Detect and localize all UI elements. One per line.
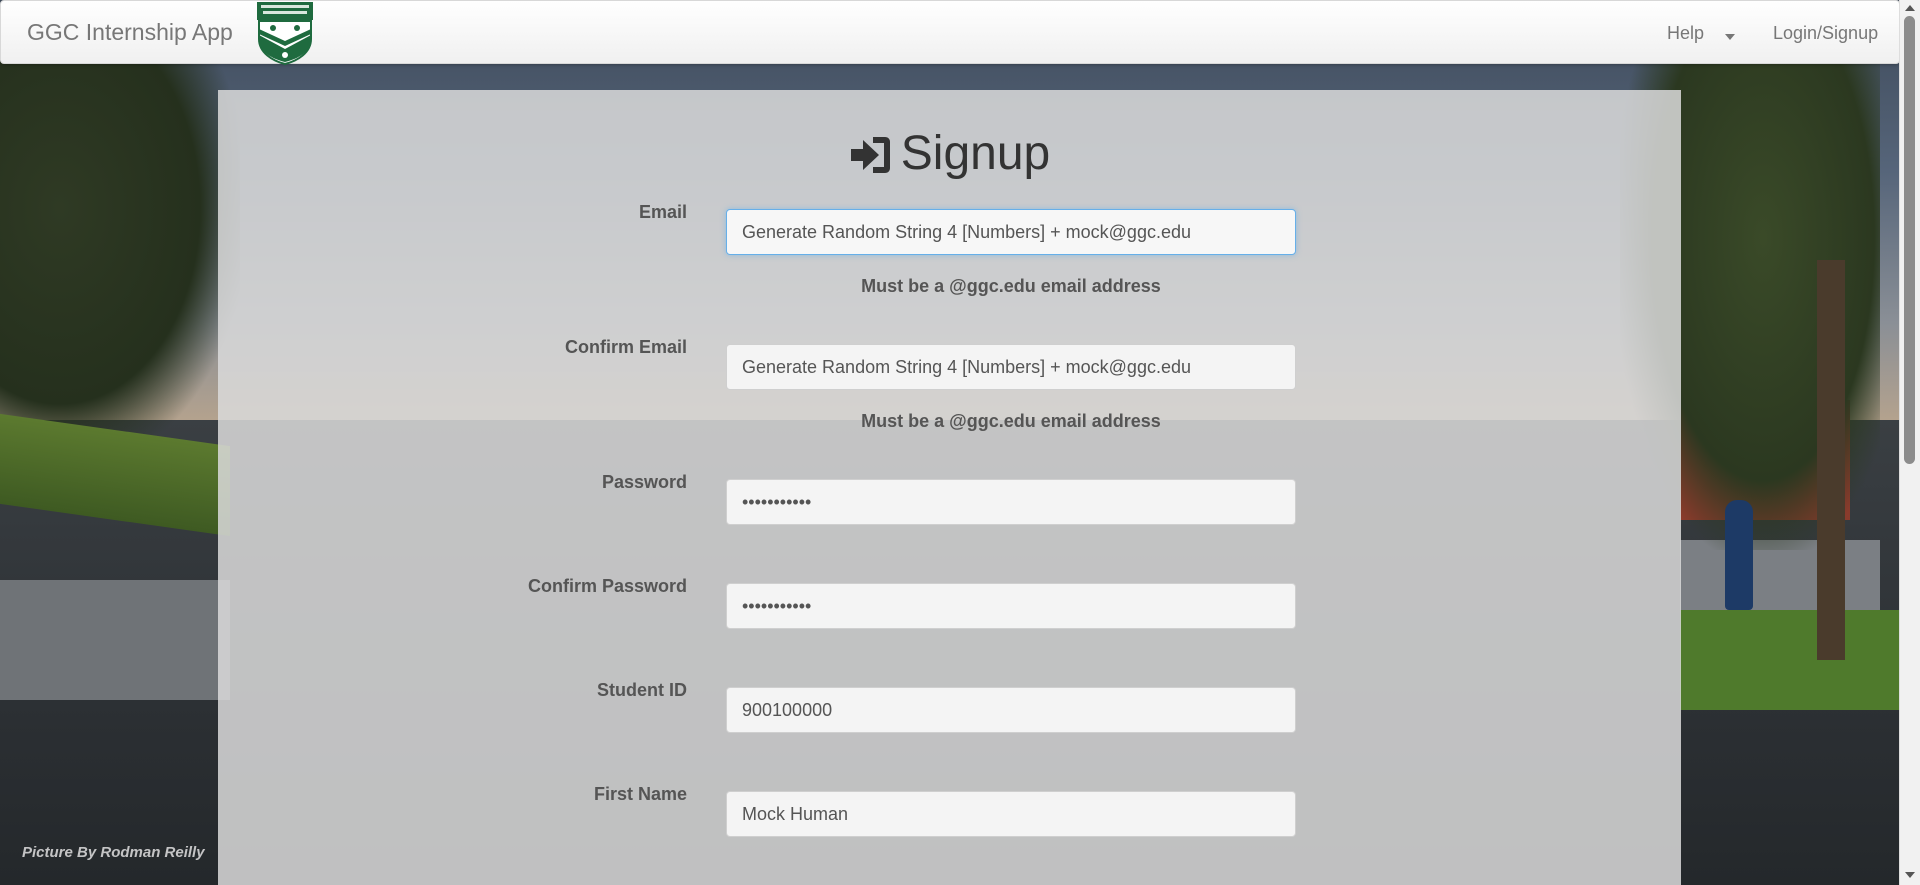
email-help-text: Must be a @ggc.edu email address bbox=[861, 276, 1161, 296]
signup-panel: Signup Email Must be a @ggc.edu email ad… bbox=[218, 90, 1681, 885]
scroll-down-arrow-icon[interactable] bbox=[1905, 872, 1915, 878]
login-signup-link[interactable]: Login/Signup bbox=[1773, 23, 1878, 44]
brand-link[interactable]: GGC Internship App bbox=[27, 19, 233, 46]
walkway bbox=[1680, 540, 1880, 610]
student-id-label: Student ID bbox=[597, 680, 687, 700]
person-walking bbox=[1725, 500, 1753, 610]
page-title-text: Signup bbox=[900, 127, 1051, 180]
tree-left bbox=[0, 40, 240, 460]
help-dropdown[interactable]: Help bbox=[1667, 23, 1704, 44]
page-title: Signup bbox=[218, 126, 1681, 181]
confirm-email-help-text: Must be a @ggc.edu email address bbox=[861, 411, 1161, 431]
road-left bbox=[0, 580, 230, 700]
photo-credit: Picture By Rodman Reilly bbox=[22, 844, 205, 861]
email-field[interactable] bbox=[726, 209, 1296, 255]
confirm-email-field[interactable] bbox=[726, 344, 1296, 390]
password-label: Password bbox=[601, 472, 687, 492]
tree-trunk bbox=[1817, 260, 1845, 660]
email-label: Email bbox=[638, 202, 687, 222]
password-field[interactable] bbox=[726, 479, 1296, 525]
confirm-password-label: Confirm Password bbox=[527, 576, 687, 596]
college-crest-logo bbox=[257, 2, 313, 65]
student-id-field[interactable] bbox=[726, 687, 1296, 733]
confirm-email-label: Confirm Email bbox=[564, 337, 687, 357]
chevron-down-icon[interactable] bbox=[1725, 34, 1735, 40]
first-name-field[interactable] bbox=[726, 791, 1296, 837]
scrollbar-thumb[interactable] bbox=[1904, 16, 1915, 464]
first-name-label: First Name bbox=[593, 784, 687, 804]
grass-right bbox=[1680, 610, 1920, 710]
navbar: GGC Internship App Help Login/Signup bbox=[0, 0, 1900, 65]
scroll-up-arrow-icon[interactable] bbox=[1905, 5, 1915, 11]
sign-in-icon bbox=[850, 137, 890, 173]
confirm-password-field[interactable] bbox=[726, 583, 1296, 629]
page-scrollbar[interactable] bbox=[1899, 0, 1920, 885]
